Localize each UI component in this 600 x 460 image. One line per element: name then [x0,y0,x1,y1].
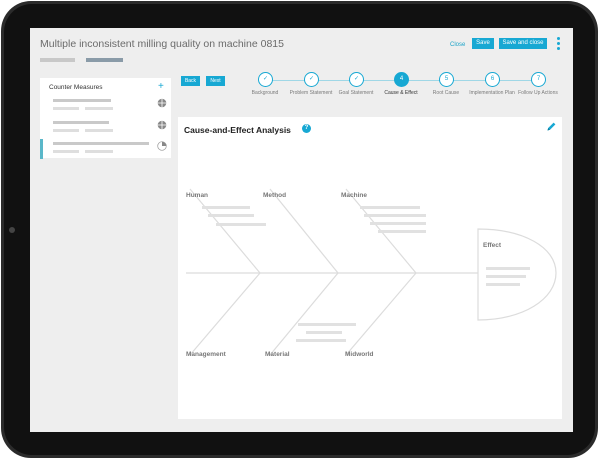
text-placeholder [53,150,79,153]
category-human: Human [186,192,209,199]
subtab-2-active[interactable] [86,58,123,62]
text-placeholder [53,99,111,102]
fishbone-diagram [186,188,557,356]
text-placeholder [53,129,79,132]
more-menu-icon[interactable] [556,37,560,51]
counter-measures-title: Counter Measures [49,84,103,91]
category-midworld: Midworld [345,351,374,358]
camera-dot [9,227,15,233]
text-placeholder [85,129,113,132]
step-check-icon: ✓ [258,72,273,87]
pie-icon [157,141,167,151]
globe-icon [157,120,167,130]
step-label: Background [251,90,279,96]
close-link[interactable]: Close [450,42,465,48]
plus-icon[interactable]: + [158,81,164,92]
panel-title: Cause-and-Effect Analysis [184,125,291,135]
subtab-1[interactable] [40,58,75,62]
effect-label: Effect [483,242,502,249]
category-machine: Machine [341,192,368,199]
step-check-icon: ✓ [349,72,364,87]
step-number: 5 [439,72,454,87]
step-number: 6 [485,72,500,87]
category-management: Management [186,351,226,358]
category-material: Material [265,351,290,358]
list-item-selected[interactable] [40,139,171,159]
save-and-close-button[interactable]: Save and close [499,38,547,49]
save-button[interactable]: Save [472,38,494,49]
text-placeholder [53,107,79,110]
back-button[interactable]: Back [181,76,200,86]
text-placeholder [85,150,113,153]
text-placeholder [53,121,109,124]
step-number: 4 [394,72,409,87]
counter-measures-card: Counter Measures + [40,78,171,159]
step-label: Goal Statement [338,90,374,96]
step-label: Implementation Plan [469,90,515,96]
step-label: Problem Statement [289,90,333,96]
text-placeholder [85,107,113,110]
step-label: Root Cause [432,90,460,96]
pencil-icon[interactable] [546,121,557,132]
step-number: 7 [531,72,546,87]
list-item[interactable] [40,96,171,116]
list-item[interactable] [40,118,171,138]
selection-accent [40,139,43,159]
category-method: Method [263,192,287,199]
tablet-frame: Multiple inconsistent milling quality on… [1,1,598,458]
cause-effect-panel: Cause-and-Effect Analysis ? Human Method… [178,117,562,419]
help-icon[interactable]: ? [302,124,311,133]
page-title: Multiple inconsistent milling quality on… [40,38,284,50]
step-check-icon: ✓ [304,72,319,87]
globe-icon [157,98,167,108]
app-screen: Multiple inconsistent milling quality on… [30,28,573,432]
text-placeholder [53,142,149,145]
step-label: Follow Up Actions [518,90,558,96]
next-button[interactable]: Next [206,76,225,86]
placeholder-lines [202,206,530,342]
step-label: Cause & Effect [384,90,418,96]
